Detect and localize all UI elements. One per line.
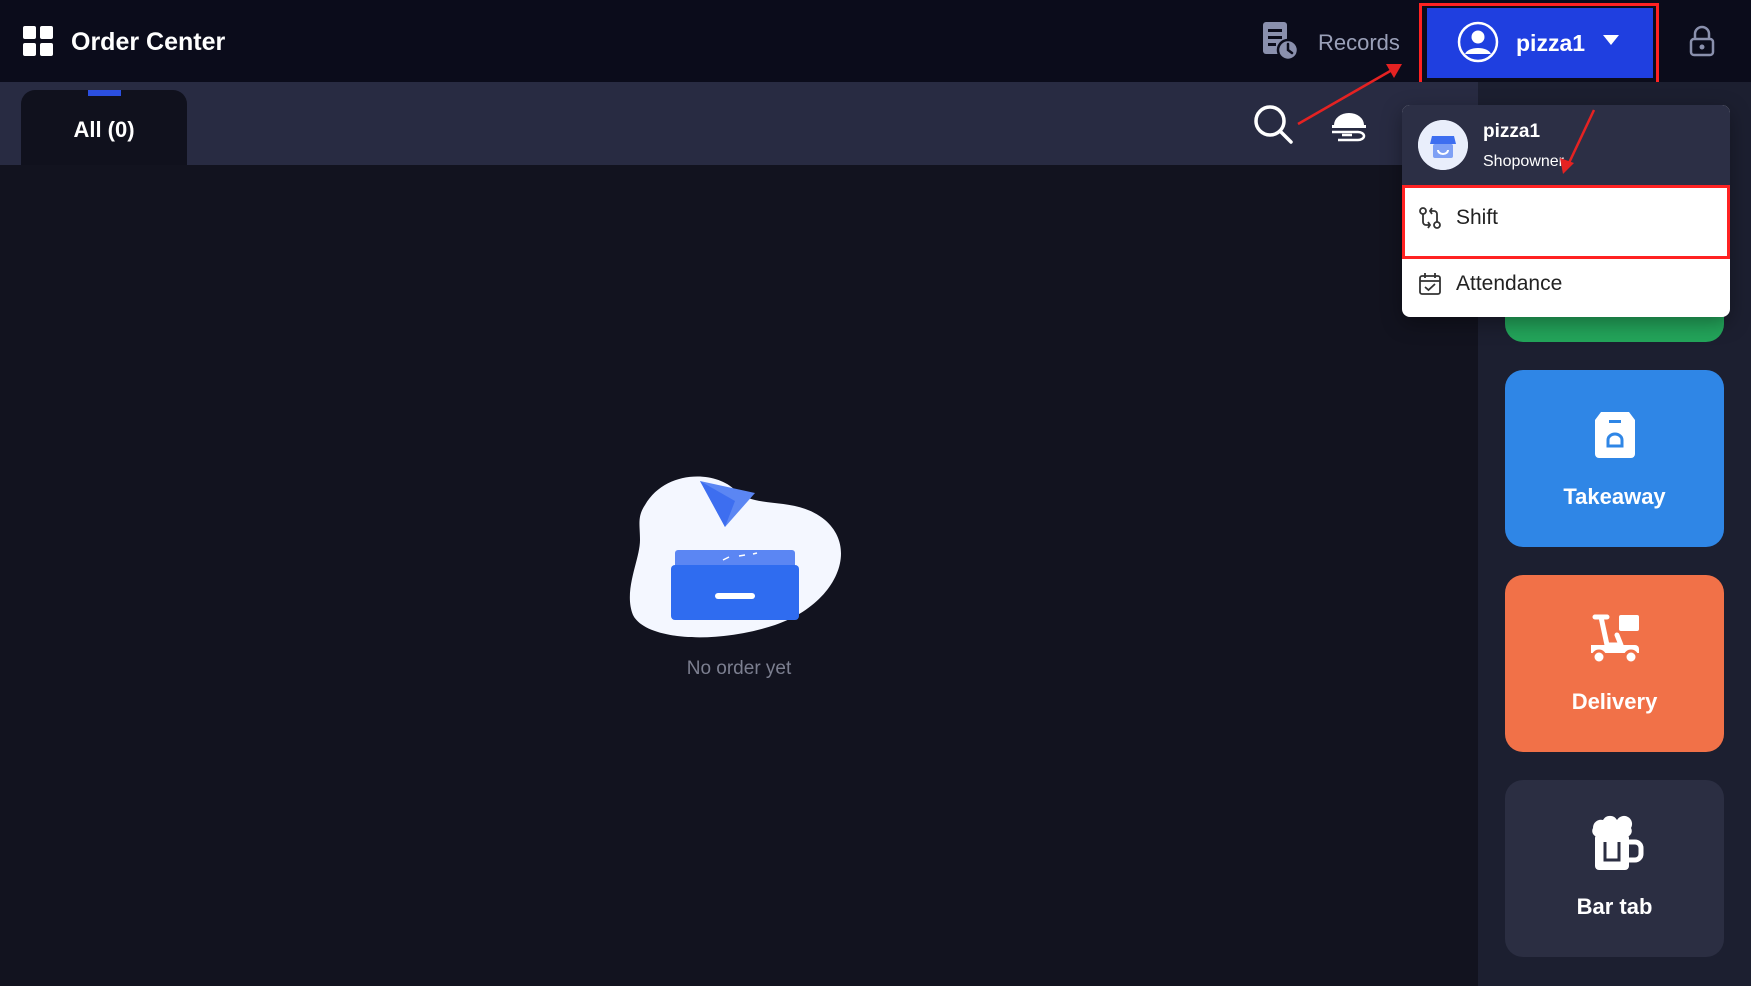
calendar-check-icon bbox=[1419, 273, 1441, 295]
courier-icon[interactable] bbox=[1328, 103, 1370, 145]
records-link[interactable]: Records bbox=[1318, 29, 1400, 57]
menu-item-attendance-label: Attendance bbox=[1456, 272, 1563, 295]
shop-avatar bbox=[1418, 120, 1468, 170]
delivery-label: Delivery bbox=[1571, 689, 1658, 714]
takeaway-label: Takeaway bbox=[1563, 484, 1666, 509]
dropdown-user-header: pizza1 Shopowner bbox=[1402, 105, 1730, 185]
annotation-highlight-user-button bbox=[1419, 3, 1659, 85]
empty-inbox-illustration bbox=[629, 476, 841, 638]
delivery-card[interactable]: Delivery bbox=[1505, 575, 1724, 752]
bar-tab-label: Bar tab bbox=[1576, 894, 1653, 919]
scooter-icon bbox=[1591, 614, 1639, 665]
dropdown-user-name: pizza1 bbox=[1483, 121, 1541, 142]
dropdown-user-role: Shopowner bbox=[1483, 153, 1564, 170]
lock-icon[interactable] bbox=[1688, 25, 1716, 57]
active-tab-indicator bbox=[88, 90, 121, 96]
records-clock-icon[interactable] bbox=[1261, 20, 1299, 62]
annotation-highlight-shift bbox=[1402, 185, 1730, 259]
top-bar: Order Center Records pizza1 bbox=[0, 0, 1751, 85]
tab-all-label: All (0) bbox=[73, 117, 135, 142]
tab-all[interactable]: All (0) bbox=[21, 90, 187, 165]
empty-state-message: No order yet bbox=[686, 658, 792, 679]
search-icon[interactable] bbox=[1252, 103, 1294, 145]
takeaway-bag-icon bbox=[1595, 412, 1635, 458]
takeaway-card[interactable]: Takeaway bbox=[1505, 370, 1724, 547]
app-title: Order Center bbox=[71, 28, 226, 56]
menu-item-attendance[interactable]: Attendance bbox=[1402, 251, 1730, 317]
bar-tab-card[interactable]: Bar tab bbox=[1505, 780, 1724, 957]
grid-menu-icon[interactable] bbox=[23, 26, 53, 56]
beer-mug-icon bbox=[1592, 815, 1644, 870]
